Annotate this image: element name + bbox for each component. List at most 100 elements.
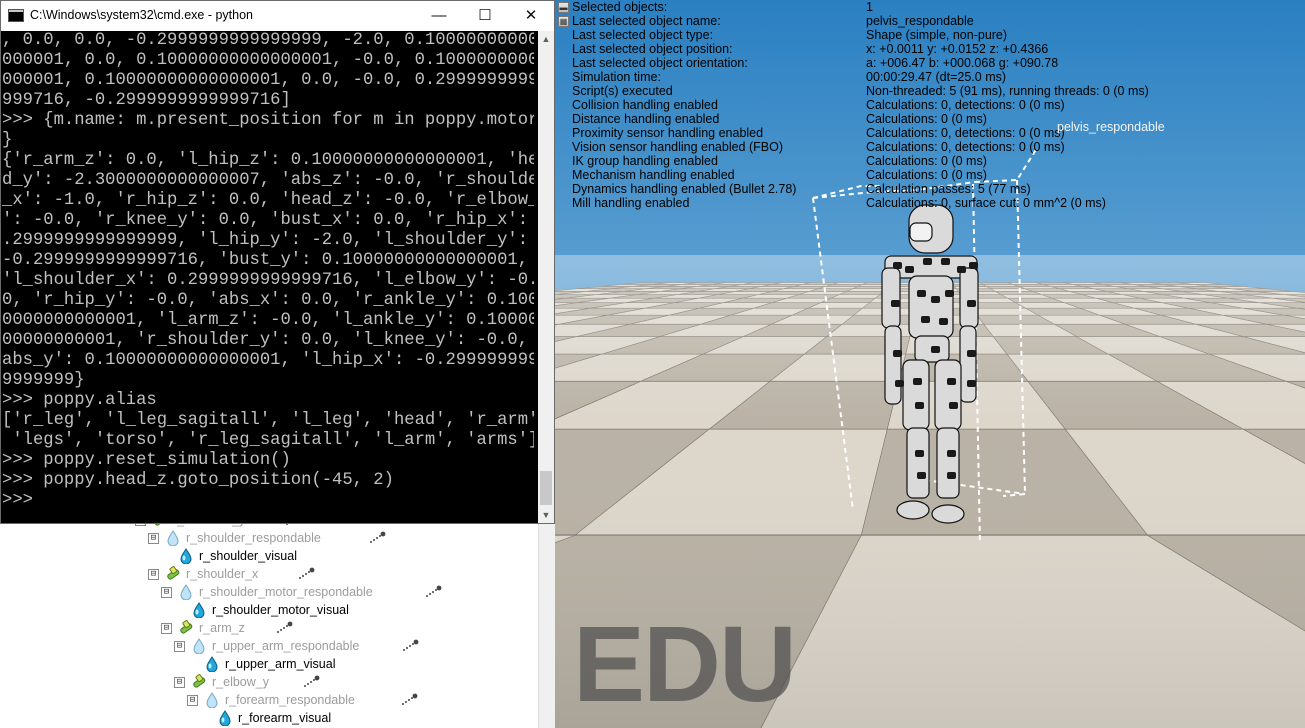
tree-collapse-icon[interactable]: ⊟ [174, 677, 185, 688]
tree-collapse-icon[interactable]: ⊟ [148, 569, 159, 580]
tree-item-r-elbow-y[interactable]: ⊟ r_elbow_y [0, 673, 538, 691]
script-icon[interactable] [275, 621, 293, 635]
info-overlay: ▬ ▦ Selected objects: 1 Last selected object… [555, 0, 1305, 215]
visual-shape-icon [178, 548, 194, 565]
robot-frame-cutout [921, 316, 930, 323]
console-line: 000001, 0.10000000000000001, 0.0, -0.0, … [2, 71, 534, 90]
close-button[interactable]: ✕ [508, 1, 554, 31]
console-line: 00000000001, 'r_shoulder_y': 0.0, 'l_kne… [2, 331, 534, 350]
joint-icon [178, 620, 194, 636]
robot-frame-cutout [949, 402, 958, 409]
console-line: , 0.0, 0.0, -0.2999999999999999, -2.0, 0… [2, 31, 534, 50]
tree-item-r-shoulder-motor-visual[interactable]: r_shoulder_motor_visual [0, 601, 538, 619]
console-window[interactable]: C:\Windows\system32\cmd.exe - python — ☐… [0, 0, 555, 524]
console-scrollbar[interactable]: ▲ ▼ [538, 31, 554, 523]
visual-shape-icon [191, 602, 207, 619]
script-icon[interactable] [400, 693, 418, 707]
tree-item-label: r_shoulder_motor_respondable [199, 585, 373, 599]
robot-frame-cutout [967, 380, 976, 387]
console-line: } [2, 131, 13, 150]
tree-item-r-forearm-visual[interactable]: r_forearm_visual [0, 709, 538, 727]
script-icon[interactable] [302, 675, 320, 689]
console-line: 'l_shoulder_x': 0.2999999999999716, 'l_e… [2, 271, 534, 290]
robot-left-upper-arm[interactable] [959, 267, 979, 329]
robot-torso[interactable] [908, 275, 954, 339]
info-key: Vision sensor handling enabled (FBO) [572, 140, 784, 154]
info-value: 00:00:29.47 (dt=25.0 ms) [866, 70, 1007, 84]
tree-item-label: r_shoulder_respondable [186, 531, 321, 545]
info-value: Shape (simple, non-pure) [866, 28, 1008, 42]
tree-item-r-shoulder-motor-respondable[interactable]: ⊟ r_shoulder_motor_respondable [0, 583, 538, 601]
tree-item-r-shoulder-x[interactable]: ⊟ r_shoulder_x [0, 565, 538, 583]
maximize-button[interactable]: ☐ [462, 1, 508, 31]
edu-watermark: EDU [573, 603, 797, 724]
tree-collapse-icon[interactable]: ⊟ [161, 623, 172, 634]
info-value: Calculations: 0 (0 ms) [866, 168, 987, 182]
console-line: ['r_leg', 'l_leg_sagitall', 'l_leg', 'he… [2, 411, 534, 430]
tree-item-label: r_shoulder_motor_visual [212, 603, 349, 617]
robot-right-forearm[interactable] [884, 325, 902, 405]
script-icon[interactable] [368, 531, 386, 545]
console-line: 9999999} [2, 371, 85, 390]
info-key: Mechanism handling enabled [572, 168, 735, 182]
info-value: Calculations: 0, detections: 0 (0 ms) [866, 140, 1065, 154]
scroll-up-icon[interactable]: ▲ [538, 31, 554, 47]
tree-item-label: r_elbow_y [212, 675, 269, 689]
console-output[interactable]: , 0.0, 0.0, -0.2999999999999999, -2.0, 0… [2, 31, 534, 523]
info-key: Last selected object name: [572, 14, 721, 28]
robot-frame-cutout [905, 266, 914, 273]
console-line: _x': -1.0, 'r_hip_z': 0.0, 'head_z': -0.… [2, 191, 534, 210]
scene-hierarchy-scrollbar[interactable] [538, 520, 556, 728]
script-icon[interactable] [401, 639, 419, 653]
info-value: Calculations: 0, detections: 0 (0 ms) [866, 98, 1065, 112]
robot-left-thigh[interactable] [934, 359, 962, 431]
tree-item-r-upper-arm-respondable[interactable]: ⊟ r_upper_arm_respondable [0, 637, 538, 655]
tree-collapse-icon[interactable]: ⊟ [174, 641, 185, 652]
info-collapse-toggle[interactable]: ▬ [558, 2, 569, 13]
tree-item-r-upper-arm-visual[interactable]: r_upper_arm_visual [0, 655, 538, 673]
scroll-thumb[interactable] [540, 471, 552, 505]
robot-right-foot[interactable] [896, 500, 930, 520]
robot-right-thigh[interactable] [902, 359, 930, 431]
info-value: Calculations: 0, surface cut: 0 mm^2 (0 … [866, 196, 1106, 210]
scene-hierarchy[interactable]: ⊟r_shoulder_y⊟r_shoulder_respondabler_sh… [0, 520, 538, 728]
console-line: ': -0.0, 'r_knee_y': 0.0, 'bust_x': 0.0,… [2, 211, 534, 230]
info-detail-toggle[interactable]: ▦ [558, 16, 569, 27]
robot-left-shin[interactable] [936, 427, 960, 499]
tree-collapse-icon[interactable]: ⊟ [161, 587, 172, 598]
tree-item-r-arm-z[interactable]: ⊟ r_arm_z [0, 619, 538, 637]
robot-frame-cutout [891, 300, 900, 307]
tree-item-r-shoulder-respondable[interactable]: ⊟ r_shoulder_respondable [0, 529, 538, 547]
robot-right-upper-arm[interactable] [881, 267, 901, 329]
script-icon[interactable] [424, 585, 442, 599]
info-key: Last selected object orientation: [572, 56, 748, 70]
robot-frame-cutout [931, 346, 940, 353]
robot-left-forearm[interactable] [959, 325, 977, 403]
tree-item-label: r_upper_arm_respondable [212, 639, 360, 653]
console-line: >>> {m.name: m.present_position for m in… [2, 111, 534, 130]
tree-item-label: r_shoulder_x [186, 567, 259, 581]
tree-item-label: r_shoulder_visual [199, 549, 297, 563]
robot-frame-cutout [957, 266, 966, 273]
tree-item-r-shoulder-visual[interactable]: r_shoulder_visual [0, 547, 538, 565]
robot-frame-cutout [969, 262, 978, 269]
console-line: 999716, -0.2999999999999716] [2, 91, 291, 110]
tree-item-label: r_upper_arm_visual [225, 657, 336, 671]
robot-right-shin[interactable] [906, 427, 930, 499]
scene-viewport[interactable]: ▬ ▦ Selected objects: 1 Last selected object… [555, 0, 1305, 728]
info-key: Dynamics handling enabled (Bullet 2.78) [572, 182, 797, 196]
robot-frame-cutout [941, 258, 950, 265]
minimize-button[interactable]: — [416, 1, 462, 31]
console-titlebar[interactable]: C:\Windows\system32\cmd.exe - python — ☐… [1, 1, 554, 31]
console-line: d_y': -2.3000000000000007, 'abs_z': -0.0… [2, 171, 534, 190]
console-line: >>> [2, 491, 33, 510]
script-icon[interactable] [297, 567, 315, 581]
robot-frame-cutout [945, 290, 954, 297]
info-value: pelvis_respondable [866, 14, 974, 28]
tree-collapse-icon[interactable]: ⊟ [148, 533, 159, 544]
robot-left-foot[interactable] [931, 504, 965, 524]
tree-item-r-forearm-respondable[interactable]: ⊟ r_forearm_respondable [0, 691, 538, 709]
robot-face[interactable] [909, 222, 933, 242]
scroll-down-icon[interactable]: ▼ [538, 507, 554, 523]
tree-collapse-icon[interactable]: ⊟ [187, 695, 198, 706]
